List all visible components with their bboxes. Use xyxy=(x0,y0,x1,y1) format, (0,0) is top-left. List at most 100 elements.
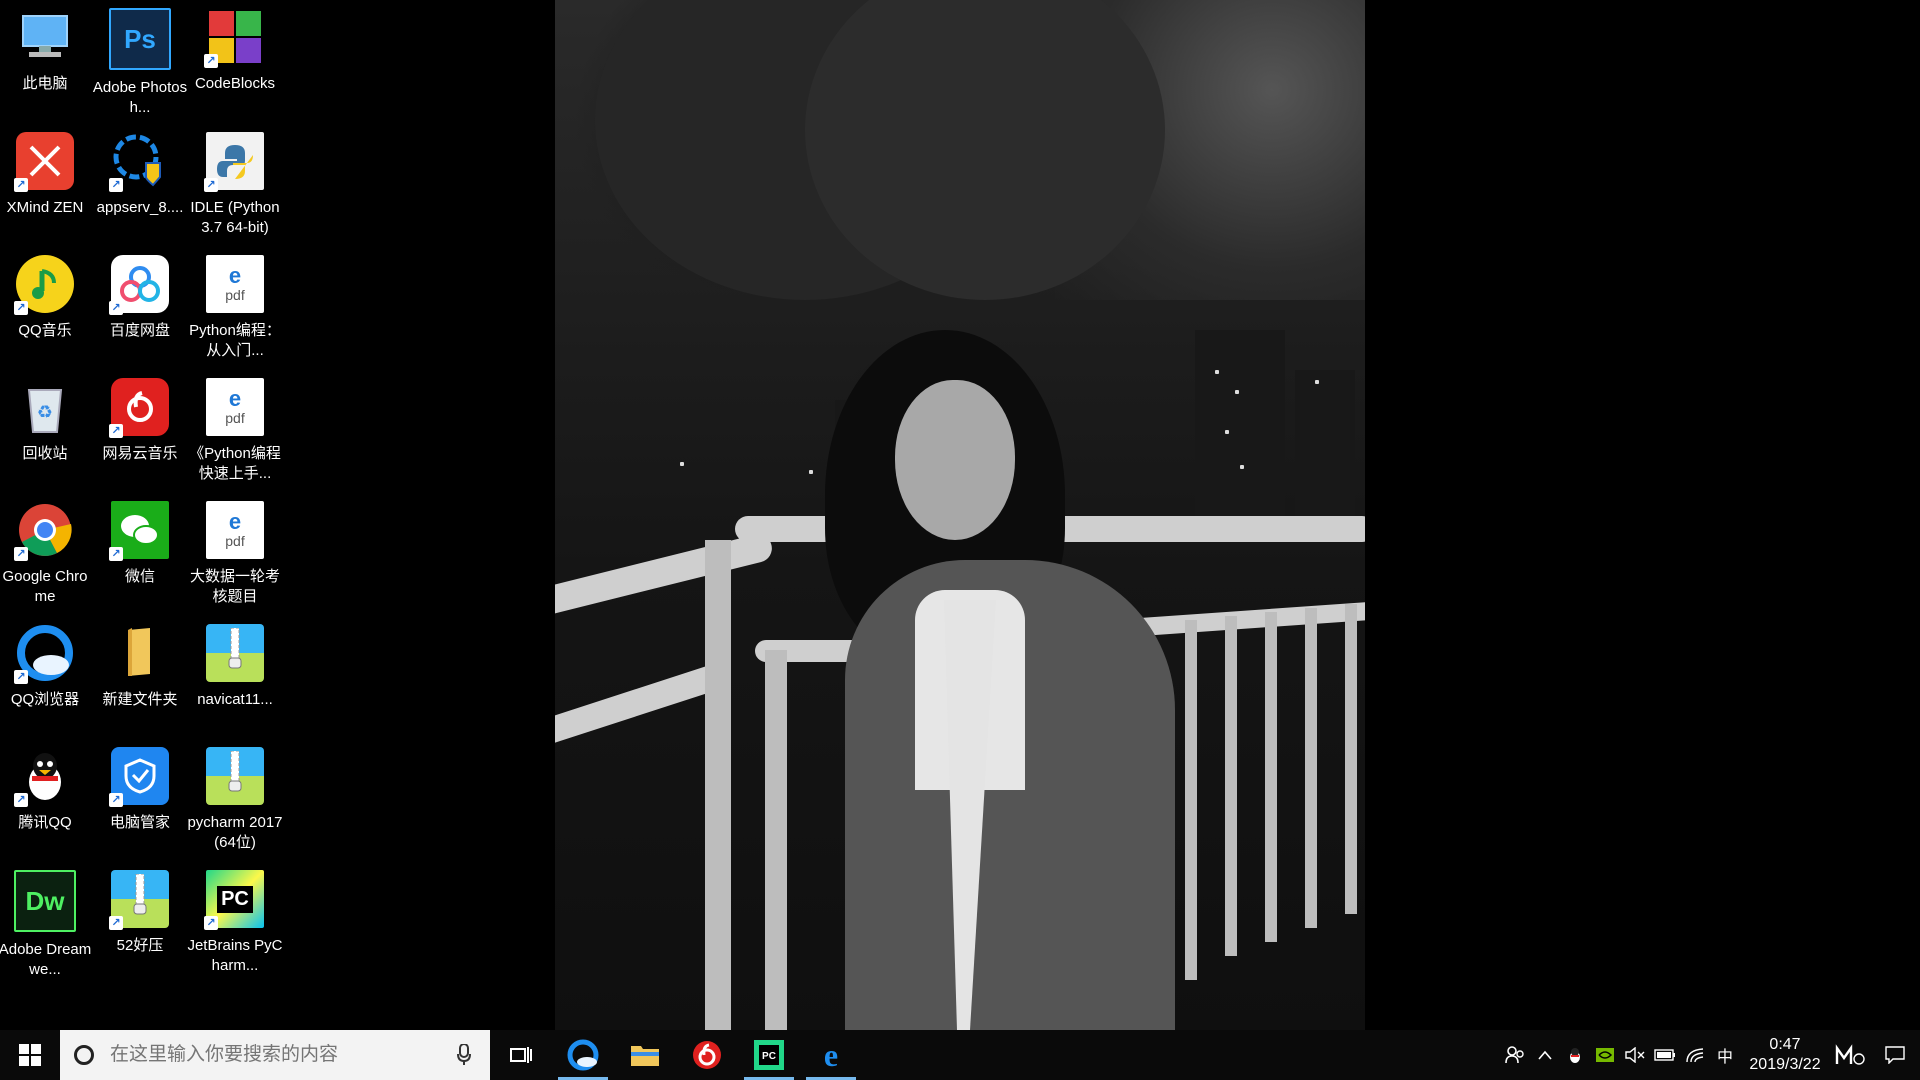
desktop-icon-dreamweaver[interactable]: Dw Adobe Dreamwe... xyxy=(0,862,92,980)
show-hidden-icons-chevron-icon[interactable] xyxy=(1530,1030,1560,1080)
desktop-icon-label: 52好压 xyxy=(116,937,164,954)
desktop-icon-label: Adobe Dreamwe... xyxy=(0,941,92,978)
desktop-icon-wechat[interactable]: ↗ 微信 xyxy=(95,493,185,611)
desktop-icon-xmind[interactable]: ↗ XMind ZEN xyxy=(0,124,90,242)
this-pc-icon xyxy=(16,8,74,66)
desktop-icon-label: pycharm 2017(64位) xyxy=(187,814,283,851)
qq-browser-icon: ↗ xyxy=(14,624,74,684)
desktop-icon-label: Python编程：从入门... xyxy=(189,322,281,359)
desktop-icon-navicat[interactable]: navicat11... xyxy=(190,616,280,734)
pc-manager-icon: ↗ xyxy=(109,747,169,807)
taskbar-app-qq-browser[interactable] xyxy=(552,1030,614,1080)
ime-label: 中 xyxy=(1716,1049,1733,1066)
desktop-icon-netease-music[interactable]: ↗ 网易云音乐 xyxy=(95,370,185,488)
search-input[interactable] xyxy=(108,1043,452,1067)
baidu-netdisk-icon: ↗ xyxy=(109,255,169,315)
desktop-icon-label: XMind ZEN xyxy=(6,199,84,216)
clock-time: 0:47 xyxy=(1769,1036,1801,1053)
desktop-icon-pdf-python-quick[interactable]: e pdf 《Python编程快速上手... xyxy=(189,370,281,488)
netease-music-icon xyxy=(693,1041,721,1069)
wechat-icon: ↗ xyxy=(109,501,169,561)
system-tray: 中 0:47 2019/3/22 xyxy=(1500,1030,1920,1080)
codeblocks-icon: ↗ xyxy=(204,8,264,68)
desktop-icon-pdf-python-intro[interactable]: e pdf Python编程：从入门... xyxy=(189,247,281,365)
notification-icon xyxy=(1885,1046,1905,1064)
desktop-icon-label: 网易云音乐 xyxy=(102,445,178,462)
clock-date: 2019/3/22 xyxy=(1749,1056,1821,1073)
desktop-icon-qq-music[interactable]: ↗ QQ音乐 xyxy=(0,247,90,365)
nvidia-icon[interactable] xyxy=(1590,1030,1620,1080)
desktop-icon-label: JetBrains PyCharm... xyxy=(187,937,283,974)
action-center-button[interactable] xyxy=(1870,1030,1920,1080)
desktop-icon-pycharm-archive[interactable]: pycharm 2017(64位) xyxy=(187,739,283,857)
battery-icon[interactable] xyxy=(1650,1030,1680,1080)
pycharm-icon: PC ↗ xyxy=(204,870,264,930)
qq-tray-icon[interactable] xyxy=(1560,1030,1590,1080)
clock[interactable]: 0:47 2019/3/22 xyxy=(1740,1030,1830,1080)
desktop-icon-recycle-bin[interactable]: ♻ 回收站 xyxy=(0,370,90,488)
desktop-icon-baidu-netdisk[interactable]: ↗ 百度网盘 xyxy=(95,247,185,365)
pdf-file-icon: e pdf xyxy=(206,255,264,313)
volume-muted-icon[interactable] xyxy=(1620,1030,1650,1080)
pdf-file-icon: e pdf xyxy=(206,378,264,436)
pycharm-icon: PC xyxy=(754,1040,784,1070)
qq-penguin-icon: ↗ xyxy=(14,747,74,807)
taskbar-app-netease-music[interactable] xyxy=(676,1030,738,1080)
desktop-icon-label: QQ音乐 xyxy=(18,322,72,339)
desktop-icon-label: 电脑管家 xyxy=(109,814,170,831)
input-method-logo-icon[interactable] xyxy=(1830,1030,1870,1080)
desktop-icon-label: Google Chrome xyxy=(2,568,88,605)
zip-archive-icon: ↗ xyxy=(109,870,169,930)
taskbar-app-pycharm[interactable]: PC xyxy=(738,1030,800,1080)
desktop-icon-this-pc[interactable]: 此电脑 xyxy=(0,0,90,118)
desktop-icon-label: 回收站 xyxy=(22,445,68,462)
desktop-icon-label: QQ浏览器 xyxy=(10,691,80,708)
qq-music-icon: ↗ xyxy=(14,255,74,315)
desktop-icon-pdf-bigdata[interactable]: e pdf 大数据一轮考核题目 xyxy=(190,493,280,611)
desktop-icon-label: 腾讯QQ xyxy=(18,814,72,831)
zip-archive-icon xyxy=(206,747,264,805)
wifi-icon[interactable] xyxy=(1680,1030,1710,1080)
taskbar-app-file-explorer[interactable] xyxy=(614,1030,676,1080)
desktop-icon-pycharm[interactable]: PC ↗ JetBrains PyCharm... xyxy=(187,862,283,980)
desktop-icon-python-idle[interactable]: ↗ IDLE (Python 3.7 64-bit) xyxy=(190,124,280,242)
desktop-icon-label: 百度网盘 xyxy=(109,322,170,339)
desktop-icon-codeblocks[interactable]: ↗ CodeBlocks xyxy=(190,0,280,118)
xmind-icon: ↗ xyxy=(14,132,74,192)
desktop-icon-label: navicat11... xyxy=(197,691,273,708)
taskbar-app-edge[interactable]: e xyxy=(800,1030,862,1080)
python-idle-icon: ↗ xyxy=(204,132,264,192)
taskbar-search-box[interactable] xyxy=(60,1030,490,1080)
desktop-icon-label: 此电脑 xyxy=(22,75,68,92)
svg-text:PC: PC xyxy=(762,1051,776,1062)
task-view-button[interactable] xyxy=(490,1030,552,1080)
chrome-icon: ↗ xyxy=(14,501,74,561)
desktop-icon-photoshop[interactable]: Ps Adobe Photosh... xyxy=(92,0,188,118)
start-button[interactable] xyxy=(0,1030,60,1080)
desktop-icon-label: 《Python编程快速上手... xyxy=(189,445,281,482)
input-method-indicator[interactable]: 中 xyxy=(1710,1030,1740,1080)
zip-archive-icon xyxy=(206,624,264,682)
cortana-icon xyxy=(74,1045,94,1065)
desktop-icon-chrome[interactable]: ↗ Google Chrome xyxy=(0,493,90,611)
svg-text:♻: ♻ xyxy=(37,402,53,422)
windows-logo-icon xyxy=(19,1044,41,1066)
microphone-icon[interactable] xyxy=(452,1042,476,1068)
desktop-icon-tencent-qq[interactable]: ↗ 腾讯QQ xyxy=(0,739,90,857)
desktop-icon-appserv[interactable]: ↗ appserv_8.... xyxy=(95,124,185,242)
desktop-icon-label: 新建文件夹 xyxy=(102,691,178,708)
desktop-icon-new-folder[interactable]: 新建文件夹 xyxy=(95,616,185,734)
dreamweaver-icon: Dw xyxy=(14,870,76,932)
desktop-icon-label: CodeBlocks xyxy=(194,75,276,92)
desktop-icon-52haoya[interactable]: ↗ 52好压 xyxy=(95,862,185,980)
desktop-icon-qq-browser[interactable]: ↗ QQ浏览器 xyxy=(0,616,90,734)
desktop-icon-label: Adobe Photosh... xyxy=(92,79,188,116)
people-icon[interactable] xyxy=(1500,1030,1530,1080)
recycle-bin-icon: ♻ xyxy=(16,378,74,436)
file-explorer-icon xyxy=(631,1046,659,1066)
pdf-file-icon: e pdf xyxy=(206,501,264,559)
wallpaper-photo xyxy=(555,0,1365,1030)
qq-browser-icon xyxy=(567,1039,599,1071)
desktop-icon-pc-manager[interactable]: ↗ 电脑管家 xyxy=(95,739,185,857)
photoshop-icon: Ps xyxy=(109,8,171,70)
